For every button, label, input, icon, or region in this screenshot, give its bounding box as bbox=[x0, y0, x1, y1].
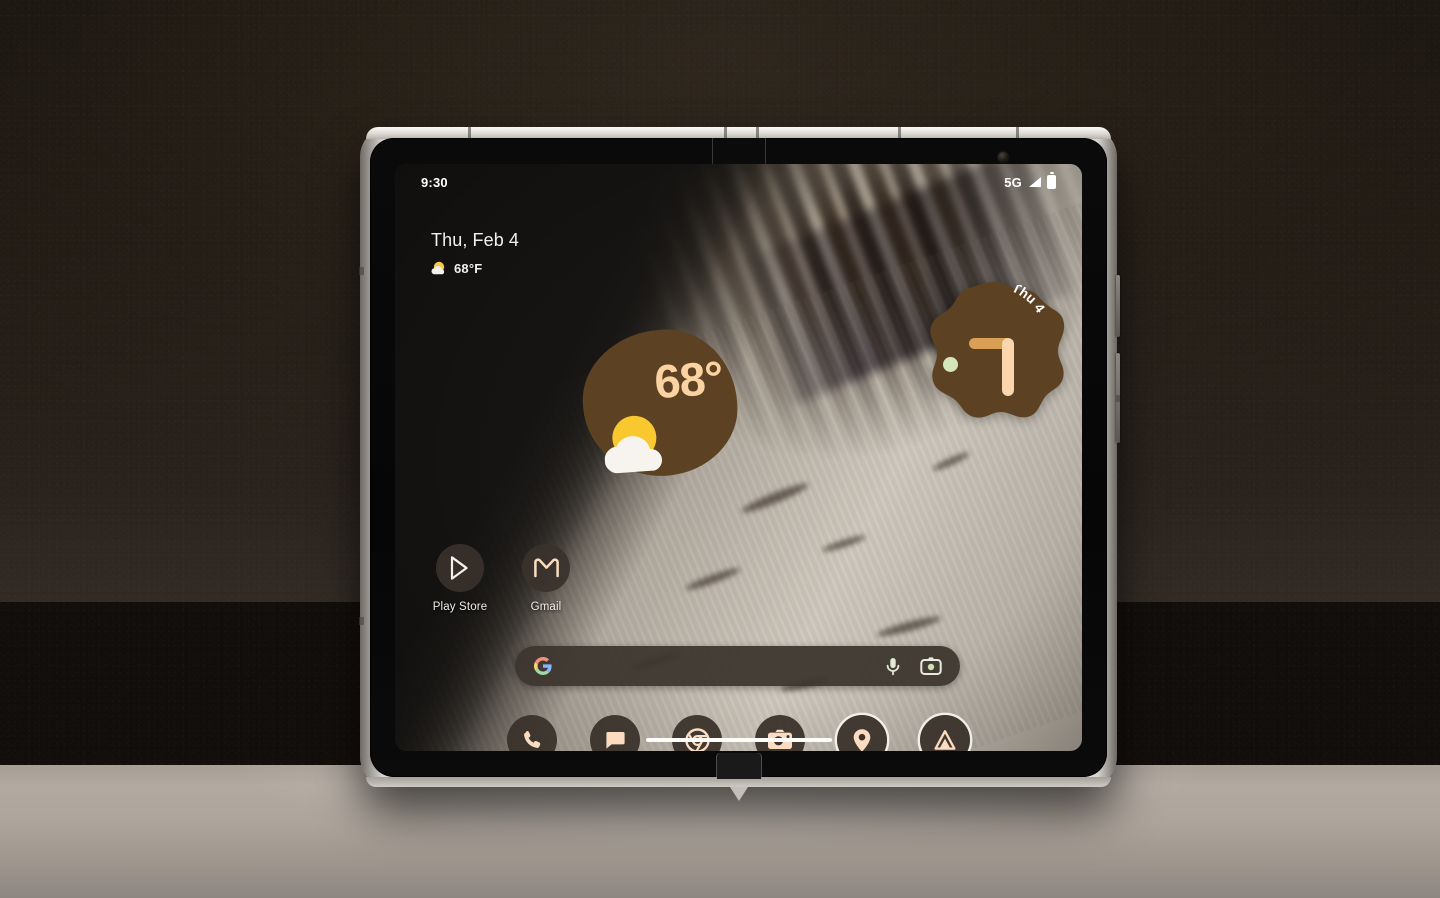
google-g-icon bbox=[534, 657, 552, 675]
status-bar: 9:30 5G bbox=[395, 164, 1082, 200]
dock-item-camera[interactable] bbox=[754, 715, 805, 751]
gmail-icon bbox=[533, 558, 559, 578]
clock-accent-dot bbox=[943, 357, 958, 372]
power-button[interactable] bbox=[1116, 275, 1120, 337]
app-icon-container bbox=[522, 544, 570, 592]
dock-item-phone[interactable] bbox=[507, 715, 557, 751]
message-bubble-icon bbox=[605, 732, 625, 749]
clock-day-label: Thu 4 bbox=[1010, 285, 1048, 316]
gesture-nav-bar[interactable] bbox=[645, 738, 832, 742]
home-icon bbox=[934, 730, 956, 750]
app-row: Play Store Gmail bbox=[429, 544, 577, 613]
glance-weather: 68°F bbox=[431, 261, 519, 276]
battery-full-icon bbox=[1047, 175, 1056, 189]
sun-behind-cloud-icon bbox=[604, 415, 663, 474]
glance-date: Thu, Feb 4 bbox=[431, 230, 520, 250]
svg-text:Thu 4: Thu 4 bbox=[1010, 285, 1048, 316]
device-screen[interactable]: 9:30 5G Thu, Feb 4 68°F 68° Thu 4 Play S… bbox=[395, 164, 1082, 751]
hinge-tip bbox=[729, 787, 748, 801]
lens-button[interactable] bbox=[920, 656, 942, 676]
app-label: Gmail bbox=[530, 601, 562, 613]
signal-bars-icon bbox=[1029, 177, 1041, 187]
mic-button[interactable] bbox=[884, 656, 902, 676]
foldable-device: 9:30 5G Thu, Feb 4 68°F 68° Thu 4 Play S… bbox=[359, 127, 1120, 801]
device-reflection bbox=[393, 790, 1115, 898]
dock-item-chrome[interactable] bbox=[672, 715, 723, 751]
clock-day-text: Thu 4 bbox=[1010, 285, 1048, 316]
status-time: 9:30 bbox=[421, 174, 448, 190]
google-lens-camera-icon bbox=[920, 657, 942, 675]
device-bezel: 9:30 5G Thu, Feb 4 68°F 68° Thu 4 Play S… bbox=[370, 138, 1107, 779]
dock bbox=[507, 712, 970, 751]
dock-item-home[interactable] bbox=[919, 715, 970, 751]
glance-temperature: 68°F bbox=[454, 261, 483, 276]
map-pin-icon bbox=[854, 728, 871, 751]
app-icon-container bbox=[436, 544, 484, 592]
hinge-notch-bottom bbox=[716, 753, 761, 779]
app-gmail[interactable]: Gmail bbox=[515, 544, 577, 613]
sun-behind-cloud-icon bbox=[431, 261, 445, 275]
app-play-store[interactable]: Play Store bbox=[429, 544, 491, 613]
front-camera-icon bbox=[998, 152, 1008, 162]
google-search-bar[interactable] bbox=[515, 646, 960, 686]
phone-icon bbox=[524, 731, 541, 748]
status-network-label: 5G bbox=[1004, 174, 1022, 190]
play-store-icon bbox=[450, 556, 468, 580]
dock-item-maps[interactable] bbox=[837, 715, 888, 751]
weather-widget-temperature: 68° bbox=[652, 350, 725, 409]
microphone-icon bbox=[886, 658, 900, 676]
app-label: Play Store bbox=[432, 601, 488, 613]
at-a-glance[interactable]: Thu, Feb 4 68°F bbox=[431, 230, 519, 276]
analog-clock-widget[interactable]: Thu 4 bbox=[924, 279, 1068, 421]
scene-backdrop: 9:30 5G Thu, Feb 4 68°F 68° Thu 4 Play S… bbox=[0, 0, 1440, 898]
dock-item-messages[interactable] bbox=[589, 715, 640, 751]
